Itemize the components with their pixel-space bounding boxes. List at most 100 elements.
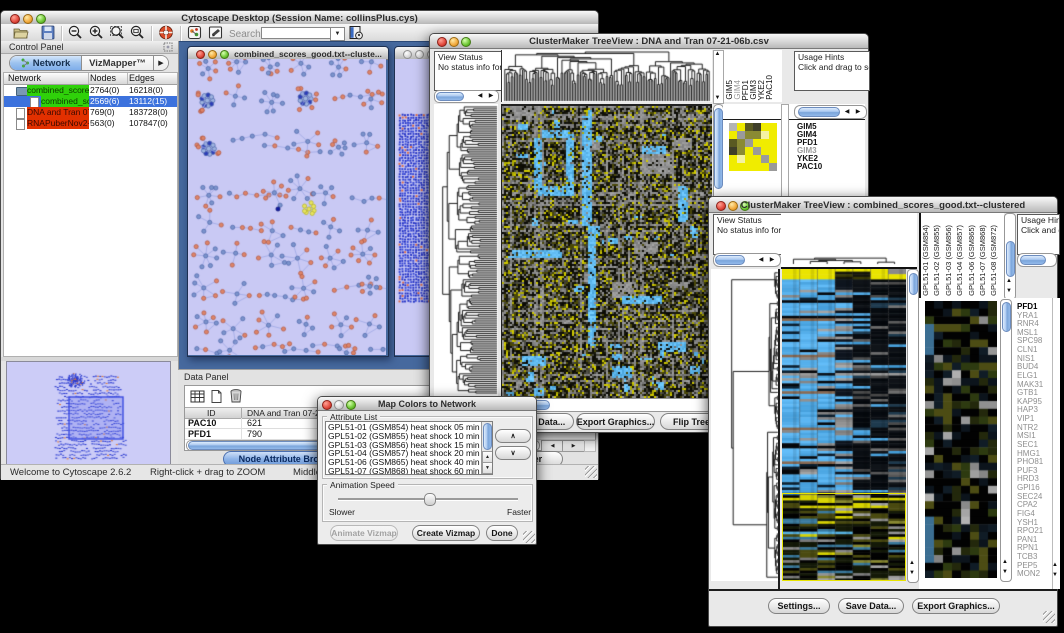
- attr-col-id[interactable]: ID: [207, 408, 216, 418]
- scroll-down-icon[interactable]: ▼: [714, 93, 721, 103]
- treeview1-status-scrollbar[interactable]: ◀ ▶: [434, 90, 499, 103]
- scroll-down-icon[interactable]: ▼: [1052, 570, 1058, 580]
- scrollbar-thumb[interactable]: [714, 108, 723, 189]
- scroll-down-icon[interactable]: ▼: [909, 568, 915, 578]
- move-down-button[interactable]: ∨: [495, 446, 531, 460]
- scroll-up-icon[interactable]: ▲: [909, 558, 915, 568]
- col-header-network[interactable]: Network: [8, 73, 41, 83]
- array-label: GPL51-08 (GSM872): [990, 225, 998, 296]
- scroll-down-button[interactable]: ▼: [482, 462, 493, 474]
- treeview2-zoom-vscrollbar[interactable]: ▲ ▼: [1000, 299, 1012, 582]
- main-titlebar[interactable]: Cytoscape Desktop (Session Name: collins…: [1, 11, 598, 25]
- scroll-left-icon[interactable]: ◀: [756, 255, 766, 265]
- open-folder-icon[interactable]: [13, 25, 29, 40]
- resize-grip[interactable]: [523, 531, 535, 543]
- treeview2-titlebar[interactable]: ClusterMaker TreeView : combined_scores_…: [709, 197, 1057, 213]
- zoom-window-icon[interactable]: [220, 50, 229, 59]
- scrollbar-thumb[interactable]: [483, 423, 492, 450]
- treeview2-array-vscrollbar[interactable]: ▲ ▼: [1004, 213, 1016, 300]
- attribute-select-icon[interactable]: [190, 389, 205, 404]
- scrollbar-thumb[interactable]: [909, 273, 918, 295]
- attribute-list-vscrollbar[interactable]: ▲ ▼: [481, 422, 492, 474]
- new-attribute-icon[interactable]: [209, 389, 224, 404]
- treeview1-col-scroll-strip[interactable]: ▲ ▼: [713, 50, 724, 104]
- treeview1-column-dendrogram[interactable]: [501, 50, 712, 102]
- network-table-row[interactable]: DNA and Tran 07-21-06b.csv769(0)183728(0…: [4, 107, 177, 118]
- scroll-right-icon[interactable]: ▶: [853, 107, 863, 117]
- attribute-listbox[interactable]: GPL51-01 (GSM854) heat shock 05 minGPL51…: [325, 421, 493, 475]
- scroll-up-icon[interactable]: ▲: [1052, 560, 1058, 570]
- treeview1-titlebar[interactable]: ClusterMaker TreeView : DNA and Tran 07-…: [430, 34, 868, 49]
- network-overview[interactable]: [6, 361, 171, 471]
- scrollbar-thumb[interactable]: [1002, 302, 1011, 332]
- scroll-up-icon[interactable]: ▲: [714, 49, 721, 59]
- scrollbar-thumb[interactable]: [1006, 241, 1015, 277]
- resize-grip[interactable]: [585, 466, 597, 478]
- treeview1-row-dendrogram[interactable]: [434, 104, 498, 396]
- float-panel-icon[interactable]: [163, 42, 173, 52]
- scroll-left-icon[interactable]: ◀: [475, 91, 485, 101]
- network-view-icon[interactable]: [187, 25, 203, 40]
- scrollbar-thumb[interactable]: [1020, 255, 1046, 265]
- treeview2-hints-scrollbar[interactable]: [1017, 253, 1057, 267]
- resize-grip[interactable]: [1043, 611, 1055, 623]
- zoom-in-icon[interactable]: [88, 25, 104, 40]
- search-dropdown-button[interactable]: ▼: [330, 27, 345, 41]
- treeview2-vscrollbar[interactable]: ▲ ▼: [907, 269, 919, 583]
- annotation-icon[interactable]: [208, 25, 224, 40]
- help-lifebuoy-icon[interactable]: [158, 25, 174, 40]
- treeview2-status-scrollbar[interactable]: ◀ ▶: [713, 253, 781, 267]
- network-graph-canvas[interactable]: [188, 59, 386, 355]
- treeview2-right-strip[interactable]: ▲ ▼: [1052, 298, 1060, 589]
- tab-network[interactable]: Network: [10, 56, 82, 70]
- move-up-button[interactable]: ∧: [495, 429, 531, 443]
- network-table-row[interactable]: combined_scores_good.txt--clustered2569(…: [4, 96, 177, 107]
- tab-vizmapper[interactable]: VizMapper™: [82, 56, 154, 70]
- scroll-left-icon[interactable]: ◀: [842, 107, 852, 117]
- speed-slider-thumb[interactable]: [424, 493, 436, 506]
- network-table-row[interactable]: combined_scores_good.txt2764(0)16218(0): [4, 85, 177, 96]
- treeview1-hints-scrollbar[interactable]: ◀ ▶: [794, 105, 867, 119]
- dialog-button[interactable]: Done: [486, 525, 518, 541]
- scroll-up-icon[interactable]: ▲: [1002, 557, 1008, 567]
- scrollbar-thumb[interactable]: [436, 92, 464, 101]
- minimize-icon[interactable]: [208, 50, 217, 59]
- scrollbar-thumb[interactable]: [798, 107, 840, 117]
- network-table-row[interactable]: RNAPuberNov2+N563(0)107847(0): [4, 118, 177, 129]
- scroll-up-icon[interactable]: ▲: [1006, 276, 1012, 286]
- dialog-titlebar[interactable]: Map Colors to Network: [318, 397, 536, 411]
- minimize-icon[interactable]: [415, 50, 424, 59]
- close-icon[interactable]: [196, 50, 205, 59]
- map-colors-dialog: Map Colors to Network Attribute List GPL…: [317, 396, 537, 545]
- tab-overflow[interactable]: ▶: [154, 56, 168, 70]
- col-header-edges[interactable]: Edges: [129, 73, 155, 83]
- delete-attribute-icon[interactable]: [228, 388, 244, 404]
- import-table-icon[interactable]: [348, 25, 364, 40]
- treeview-button[interactable]: Save Data...: [838, 598, 904, 614]
- zoom-out-icon[interactable]: [67, 25, 83, 40]
- scrollbar-thumb[interactable]: [715, 255, 745, 265]
- treeview2-row-dendrogram[interactable]: [711, 269, 779, 581]
- search-input[interactable]: [261, 27, 333, 39]
- scroll-right-icon[interactable]: ▶: [486, 91, 496, 101]
- column-divider: [241, 408, 242, 418]
- dialog-button[interactable]: Animate Vizmap: [330, 525, 398, 541]
- treeview1-title: ClusterMaker TreeView : DNA and Tran 07-…: [430, 36, 868, 47]
- attribute-list-item[interactable]: GPL51-07 (GSM868) heat shock 60 min: [328, 467, 492, 475]
- treeview-button[interactable]: Export Graphics...: [912, 598, 1000, 614]
- scroll-down-icon[interactable]: ▼: [1006, 286, 1012, 296]
- treeview1-heatmap[interactable]: [501, 104, 712, 398]
- scroll-down-icon[interactable]: ▼: [1002, 567, 1008, 577]
- save-icon[interactable]: [40, 25, 56, 40]
- treeview-button[interactable]: Export Graphics...: [576, 413, 655, 430]
- treeview-button[interactable]: Settings...: [768, 598, 830, 614]
- close-icon[interactable]: [403, 50, 412, 59]
- scroll-right-icon[interactable]: ▶: [767, 255, 777, 265]
- zoom-selected-icon[interactable]: [129, 25, 145, 40]
- dialog-button[interactable]: Create Vizmap: [412, 525, 480, 541]
- col-header-nodes[interactable]: Nodes: [90, 73, 116, 83]
- treeview2-zoom-heatmap[interactable]: [925, 301, 997, 578]
- zoom-fit-icon[interactable]: [109, 25, 125, 40]
- scroll-right-button[interactable]: ▶: [562, 440, 585, 452]
- treeview1-zoom-heatmap[interactable]: [729, 123, 777, 171]
